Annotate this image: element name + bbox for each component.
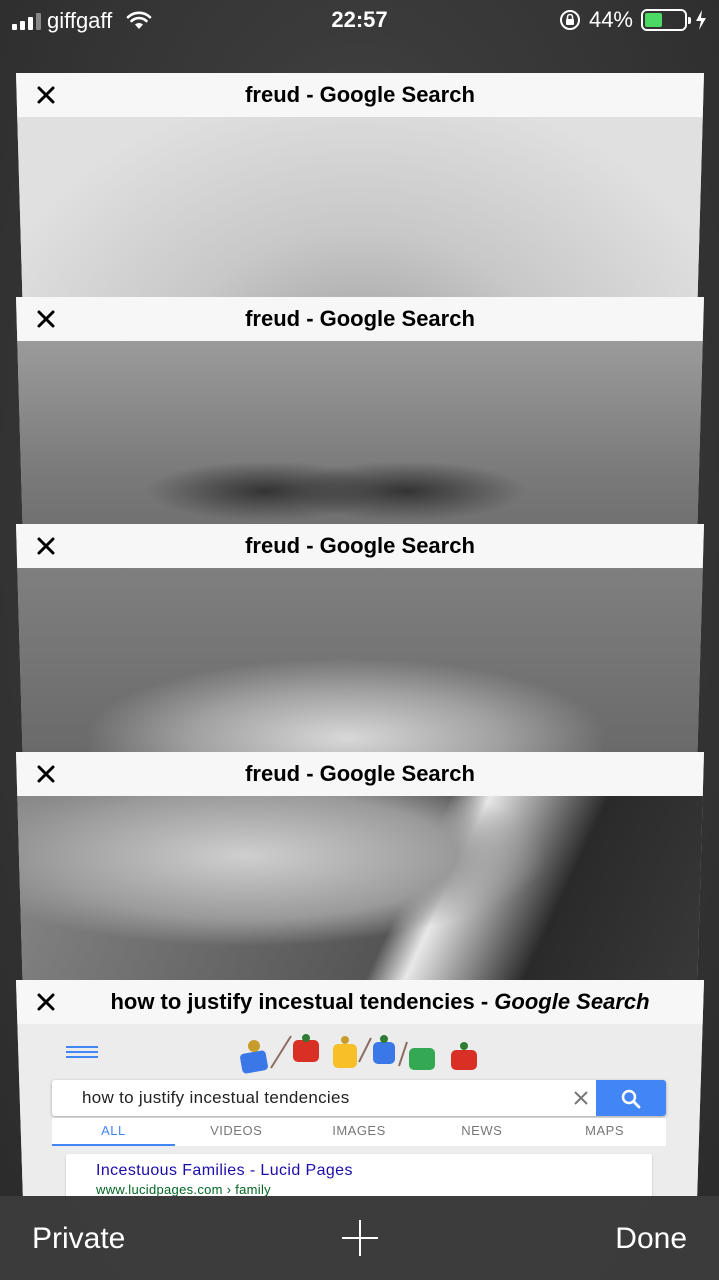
search-tab-maps: MAPS <box>585 1123 624 1138</box>
search-tab-news: NEWS <box>461 1123 503 1138</box>
close-icon[interactable] <box>34 990 58 1014</box>
rotation-lock-icon <box>559 10 580 30</box>
private-button[interactable]: Private <box>32 1222 125 1256</box>
tab-card[interactable]: how to justify incestual tendencies ALL … <box>16 980 704 1196</box>
search-type-tabs: ALL VIDEOS IMAGES NEWS MAPS <box>52 1118 666 1146</box>
search-query: how to justify incestual tendencies <box>82 1088 350 1107</box>
result-title: Incestuous Families - Lucid Pages <box>96 1162 353 1179</box>
google-doodle-logo <box>240 1034 477 1074</box>
tab-title: freud - Google Search <box>245 306 475 331</box>
tab-title: how to justify incestual tendencies - Go… <box>110 989 649 1015</box>
search-tab-videos: VIDEOS <box>210 1123 263 1138</box>
close-icon[interactable] <box>34 83 58 107</box>
tab-card[interactable]: freud - Google Search <box>16 752 704 992</box>
close-icon[interactable] <box>34 762 58 786</box>
page-thumbnail <box>16 568 704 764</box>
battery-icon <box>641 9 691 31</box>
tab-title: freud - Google Search <box>245 761 475 786</box>
battery-percent: 44% <box>588 7 633 32</box>
tab-card[interactable]: freud - Google Search <box>16 297 704 537</box>
hamburger-menu-icon <box>66 1046 98 1058</box>
result-url: www.lucidpages.com › family <box>96 1182 271 1196</box>
search-icon <box>621 1089 641 1109</box>
search-tab-all: ALL <box>52 1118 175 1146</box>
search-tab-images: IMAGES <box>332 1123 386 1138</box>
battery-fill <box>645 13 662 27</box>
tab-header[interactable]: freud - Google Search <box>16 297 704 341</box>
tab-title-main: how to justify incestual tendencies - <box>110 989 495 1014</box>
tab-header[interactable]: freud - Google Search <box>16 73 704 117</box>
page-thumbnail: how to justify incestual tendencies ALL … <box>16 1024 704 1196</box>
tab-title: freud - Google Search <box>245 82 475 107</box>
status-bar: giffgaff 22:57 44% <box>0 0 719 40</box>
search-bar[interactable]: how to justify incestual tendencies <box>52 1080 666 1116</box>
done-button[interactable]: Done <box>615 1222 687 1256</box>
page-thumbnail <box>16 341 704 537</box>
close-icon[interactable] <box>34 534 58 558</box>
tab-card[interactable]: freud - Google Search <box>16 524 704 764</box>
tab-switcher-toolbar: Private Done <box>0 1196 719 1280</box>
page-thumbnail <box>16 796 704 992</box>
plus-icon[interactable] <box>340 1218 380 1258</box>
clear-search-icon <box>574 1091 588 1105</box>
status-right: 44% <box>559 7 707 33</box>
tab-header[interactable]: how to justify incestual tendencies - Go… <box>16 980 704 1024</box>
tab-header[interactable]: freud - Google Search <box>16 752 704 796</box>
tab-title: freud - Google Search <box>245 533 475 558</box>
tab-title-sub: Google Search <box>494 989 650 1014</box>
search-result: Incestuous Families - Lucid Pages www.lu… <box>66 1154 652 1196</box>
charging-bolt-icon <box>696 10 706 30</box>
search-button <box>596 1080 666 1116</box>
page-thumbnail <box>16 117 704 313</box>
tab-card[interactable]: freud - Google Search <box>16 73 704 313</box>
close-icon[interactable] <box>34 307 58 331</box>
tab-header[interactable]: freud - Google Search <box>16 524 704 568</box>
